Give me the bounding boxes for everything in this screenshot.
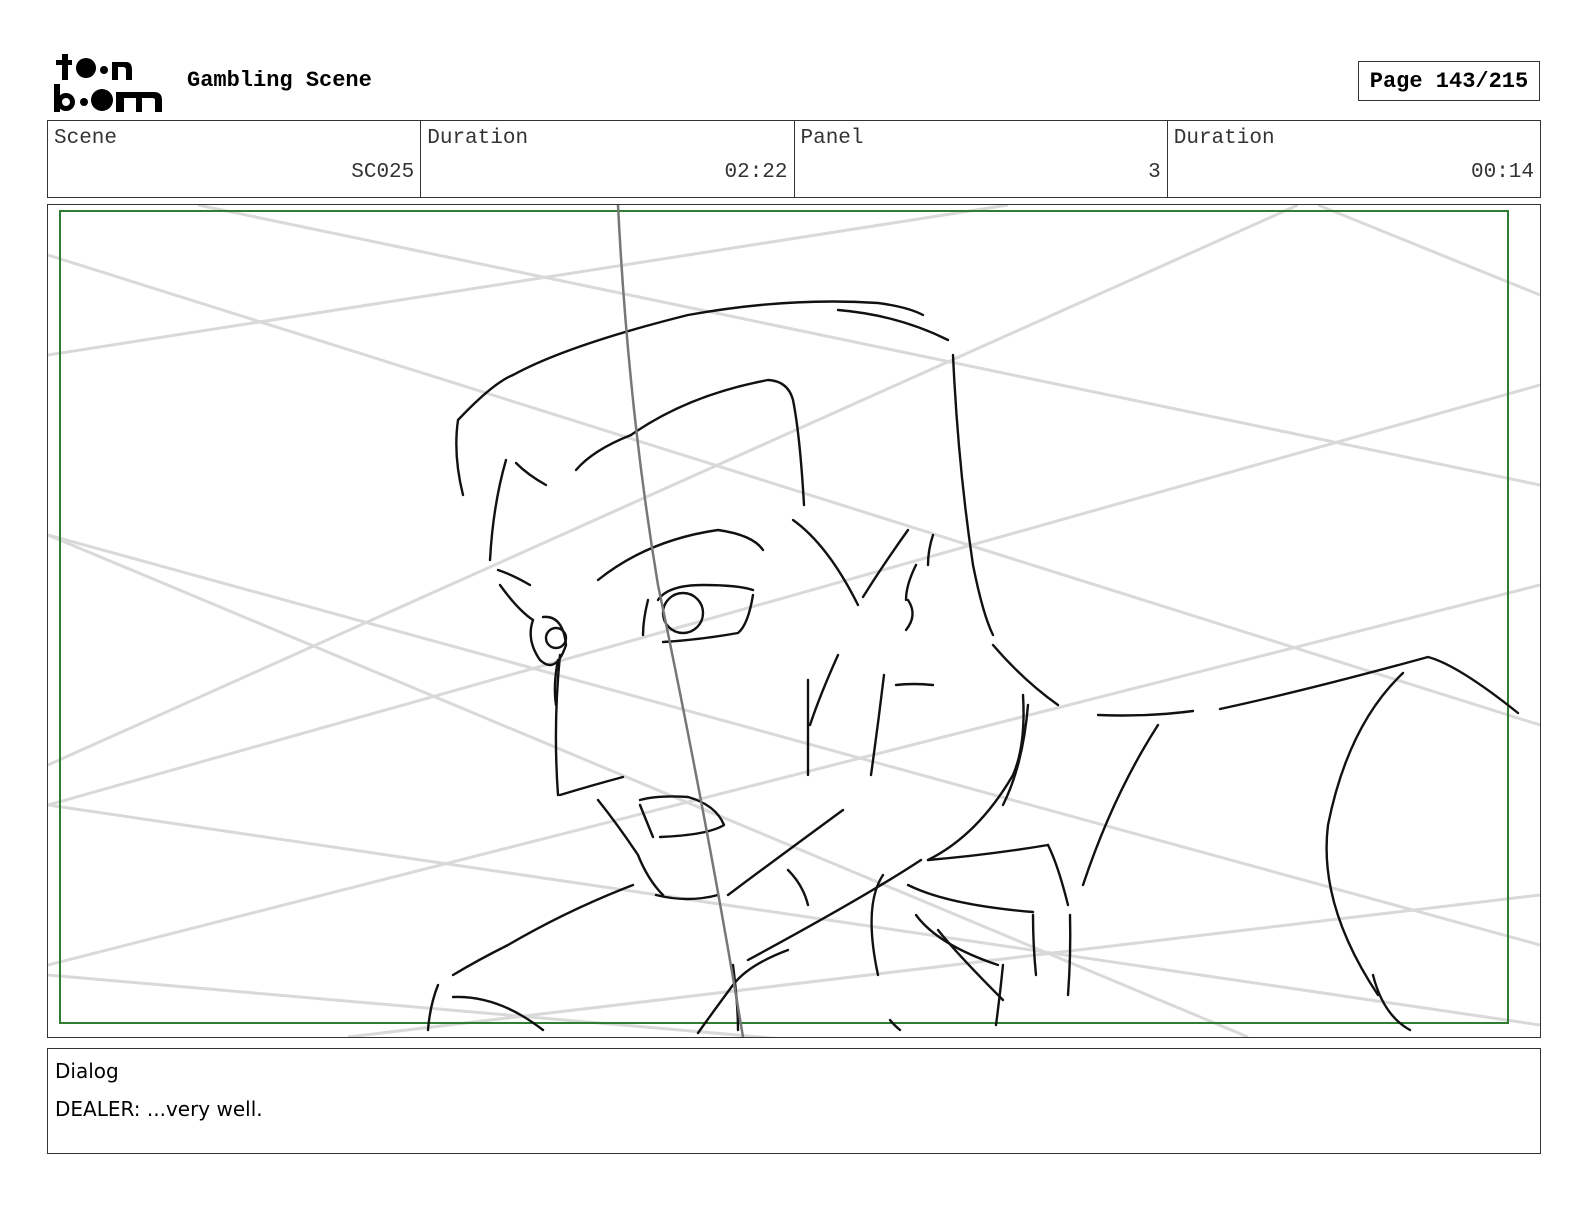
dialog-text: DEALER: ...very well. [55,1097,263,1121]
info-label: Panel [800,127,864,150]
document-title: Gambling Scene [187,68,372,93]
storyboard-sketch [48,205,1540,1037]
info-label: Duration [427,127,529,150]
info-value: 3 [1148,161,1161,184]
toonboom-logo [52,50,164,114]
info-label: Duration [1173,127,1275,150]
safe-frame [59,210,1509,1024]
storyboard-panel [47,204,1541,1038]
info-cell-panel: Panel 3 [793,121,1167,197]
dialog-box: Dialog DEALER: ...very well. [47,1048,1541,1154]
info-cell-scene: Scene SC025 [48,121,420,197]
scene-info-table: Scene SC025 Duration 02:22 Panel 3 Durat… [47,120,1541,198]
page-indicator: Page 143/215 [1358,61,1540,101]
info-value: 02:22 [724,161,788,184]
info-cell-panel-duration: Duration 00:14 [1166,121,1540,197]
info-value: SC025 [351,161,415,184]
info-value: 00:14 [1470,161,1534,184]
toonboom-logo-icon [54,54,162,112]
perspective-guides [48,205,1540,1037]
info-cell-scene-duration: Duration 02:22 [420,121,793,197]
dialog-label: Dialog [55,1059,119,1083]
info-label: Scene [54,127,118,150]
